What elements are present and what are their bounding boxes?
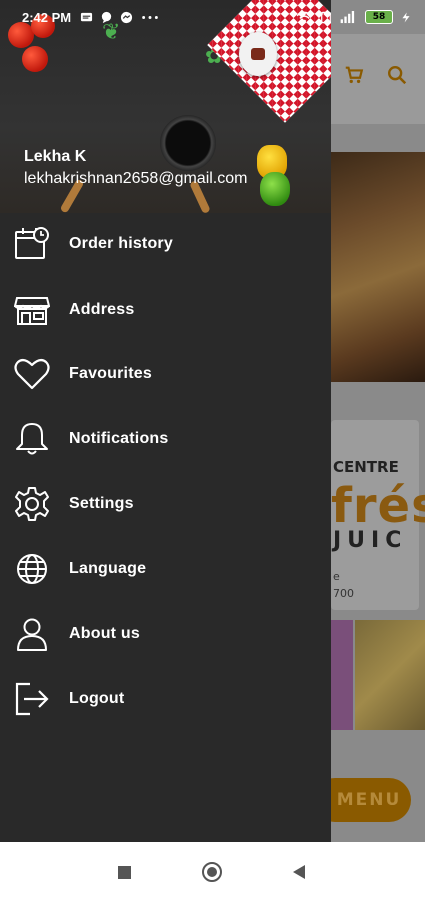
menu-label: Notifications (69, 430, 169, 447)
menu-label: Logout (69, 690, 125, 707)
menu-item-logout[interactable]: Logout (0, 669, 331, 729)
pan-decoration (160, 115, 216, 171)
menu-item-about-us[interactable]: About us (0, 604, 331, 664)
menu-item-address[interactable]: Address (0, 280, 331, 340)
menu-label: Settings (69, 495, 134, 512)
navigation-drawer: ❦ ✿ Lekha K lekhakrishnan2658@gmail.com … (0, 0, 331, 842)
avatar[interactable] (239, 32, 277, 76)
message-icon (79, 10, 93, 24)
logout-icon (13, 680, 51, 718)
food-banner (331, 152, 425, 382)
avatar-image (251, 48, 265, 60)
user-icon (13, 615, 51, 653)
card-title-fres: frés (331, 478, 425, 534)
menu-item-favourites[interactable]: Favourites (0, 344, 331, 404)
calendar-clock-icon (13, 225, 51, 263)
card-small-text: e (333, 570, 340, 583)
battery-icon: 58 (365, 10, 393, 24)
card-title-juic: JUIC (333, 528, 408, 553)
menu-item-notifications[interactable]: Notifications (0, 409, 331, 469)
tomato-decoration (22, 46, 48, 72)
recents-button[interactable] (118, 866, 131, 879)
menu-label: Favourites (69, 365, 152, 382)
messenger-icon (119, 10, 133, 24)
promo-tile[interactable] (331, 620, 353, 730)
menu-item-language[interactable]: Language (0, 539, 331, 599)
home-button[interactable] (202, 862, 222, 882)
card-small-text: 700 (333, 587, 354, 600)
menu-item-settings[interactable]: Settings (0, 474, 331, 534)
card-title-centre: CENTRE (333, 458, 399, 476)
heart-icon (13, 355, 51, 393)
chat-icon (99, 10, 113, 24)
bell-icon (13, 420, 51, 458)
cart-icon[interactable] (343, 64, 365, 86)
promo-tile[interactable] (355, 620, 425, 730)
status-bar: 2:42 PM 58 (0, 0, 425, 34)
signal-icon (339, 10, 359, 24)
user-name: Lekha K (24, 148, 87, 165)
menu-label: Order history (69, 235, 173, 252)
sim-icon (319, 10, 333, 24)
globe-icon (13, 550, 51, 588)
back-button[interactable] (293, 865, 305, 879)
more-icon (139, 10, 161, 24)
store-icon (13, 291, 51, 329)
menu-item-order-history[interactable]: Order history (0, 214, 331, 274)
system-nav-bar (0, 842, 425, 900)
search-icon[interactable] (386, 64, 410, 88)
home-dot-icon (207, 867, 217, 877)
pepper-decoration (260, 172, 290, 206)
system-icons: 58 (295, 10, 413, 24)
menu-label: Language (69, 560, 147, 577)
charging-icon (399, 10, 413, 24)
menu-label: Address (69, 301, 135, 318)
notification-icons (79, 10, 161, 24)
user-email: lekhakrishnan2658@gmail.com (24, 170, 248, 187)
wifi-icon (295, 10, 313, 24)
menu-label: About us (69, 625, 140, 642)
gear-icon (13, 485, 51, 523)
status-time: 2:42 PM (22, 9, 72, 25)
